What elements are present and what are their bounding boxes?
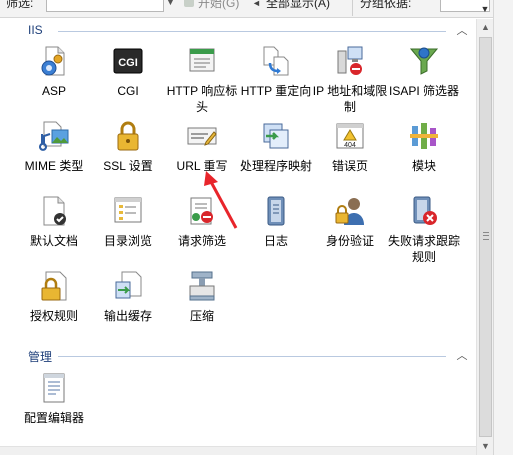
default-document-icon [43, 196, 66, 226]
feature-output-caching[interactable]: 输出缓存 [90, 270, 166, 324]
bottom-frame-edge [0, 446, 476, 455]
vertical-scrollbar[interactable]: ▲ ▼ [476, 19, 493, 455]
feature-label: IP 地址和域限制 [312, 84, 388, 114]
filter-dropdown-arrow-icon[interactable]: ▼ [166, 0, 175, 7]
ssl-settings-icon [117, 121, 139, 151]
feature-label: 失败请求跟踪规则 [387, 234, 460, 264]
feature-label: SSL 设置 [103, 159, 153, 173]
feature-authorization-rules[interactable]: 授权规则 [16, 270, 92, 324]
feature-label: 压缩 [189, 309, 214, 323]
collapse-management-icon[interactable]: ︿ [456, 350, 468, 362]
failed-request-tracing-icon [413, 196, 437, 225]
feature-mime-types[interactable]: MIME 类型 [16, 120, 92, 174]
feature-directory-browsing[interactable]: 目录浏览 [90, 195, 166, 249]
group-header-management: 管理 [28, 350, 53, 364]
feature-label: 身份验证 [325, 234, 374, 248]
ip-domain-restrictions-icon [337, 46, 363, 75]
compression-icon [189, 271, 215, 301]
cgi-icon: CGI [113, 48, 143, 74]
feature-label: 输出缓存 [103, 309, 152, 323]
feature-error-pages[interactable]: 404 错误页 [312, 120, 388, 174]
modules-icon [410, 123, 438, 149]
feature-label: CGI [117, 84, 139, 98]
feature-label: HTTP 重定向 [240, 84, 312, 98]
feature-label: 模块 [411, 159, 436, 173]
feature-http-redirect[interactable]: HTTP 重定向 [238, 45, 314, 99]
annotation-arrow-icon [204, 171, 238, 229]
logging-icon [267, 196, 285, 226]
show-all-button[interactable]: 全部显示(A) [266, 0, 330, 12]
asp-icon [41, 46, 65, 76]
right-frame-edge [493, 0, 513, 455]
isapi-filters-icon [409, 47, 439, 75]
feature-configuration-editor[interactable]: 配置编辑器 [16, 372, 92, 426]
feature-label: 处理程序映射 [239, 159, 312, 173]
feature-url-rewrite[interactable]: URL 重写 [164, 120, 240, 174]
start-filter-icon [184, 0, 194, 7]
directory-browsing-icon [114, 197, 142, 223]
feature-label: HTTP 响应标头 [166, 84, 238, 114]
handler-mappings-icon [263, 123, 289, 149]
feature-label: 错误页 [331, 159, 368, 173]
svg-text:404: 404 [344, 142, 356, 149]
feature-authentication[interactable]: 身份验证 [312, 195, 388, 249]
output-caching-icon [115, 271, 142, 299]
feature-label: ASP [41, 84, 66, 98]
start-filter-button[interactable]: 开始(G) [198, 0, 239, 12]
feature-isapi-filters[interactable]: ISAPI 筛选器 [386, 45, 462, 99]
authentication-icon [335, 198, 364, 225]
scroll-up-icon[interactable]: ▲ [477, 19, 494, 36]
feature-label: 目录浏览 [103, 234, 152, 248]
feature-cgi[interactable]: CGI CGI [90, 45, 166, 99]
feature-ssl-settings[interactable]: SSL 设置 [90, 120, 166, 174]
feature-asp[interactable]: ASP [16, 45, 92, 99]
scrollbar-grip-icon [483, 232, 489, 240]
toolbar-separator [352, 0, 353, 16]
feature-label: 请求筛选 [177, 234, 226, 248]
group-divider-iis [58, 31, 446, 32]
feature-label: 配置编辑器 [23, 411, 84, 425]
filter-input[interactable] [46, 0, 164, 12]
mime-types-icon [39, 121, 69, 151]
feature-logging[interactable]: 日志 [238, 195, 314, 249]
scrollbar-thumb[interactable] [479, 37, 492, 437]
feature-default-document[interactable]: 默认文档 [16, 195, 92, 249]
toolbar-scroll-down-icon[interactable]: ▼ [478, 2, 492, 16]
group-divider-management [58, 356, 446, 357]
configuration-editor-icon [43, 373, 65, 403]
feature-label: 授权规则 [29, 309, 78, 323]
show-all-arrow-icon: ◄ [252, 0, 261, 8]
url-rewrite-icon [187, 127, 217, 146]
features-toolbar: 筛选: ▼ 开始(G) ◄ 全部显示(A) 分组依据: ▼ [0, 0, 513, 18]
filter-label: 筛选: [6, 0, 34, 10]
collapse-iis-icon[interactable]: ︿ [456, 25, 468, 37]
feature-compression[interactable]: 压缩 [164, 270, 240, 324]
scroll-down-icon[interactable]: ▼ [477, 438, 494, 455]
feature-modules[interactable]: 模块 [386, 120, 462, 174]
feature-handler-mappings[interactable]: 处理程序映射 [238, 120, 314, 174]
feature-failed-request-tracing[interactable]: 失败请求跟踪规则 [386, 195, 462, 265]
feature-http-response-headers[interactable]: HTTP 响应标头 [164, 45, 240, 115]
error-pages-icon: 404 [336, 123, 364, 149]
http-response-headers-icon [189, 48, 215, 72]
svg-text:CGI: CGI [118, 57, 138, 69]
http-redirect-icon [263, 46, 289, 76]
feature-ip-domain-restrictions[interactable]: IP 地址和域限制 [312, 45, 388, 115]
group-by-label: 分组依据: [360, 0, 412, 10]
authorization-rules-icon [41, 271, 67, 301]
feature-label: ISAPI 筛选器 [388, 84, 459, 98]
feature-label: MIME 类型 [24, 159, 84, 173]
feature-label: 默认文档 [29, 234, 78, 248]
group-header-iis: IIS [28, 23, 43, 37]
feature-label: 日志 [263, 234, 288, 248]
